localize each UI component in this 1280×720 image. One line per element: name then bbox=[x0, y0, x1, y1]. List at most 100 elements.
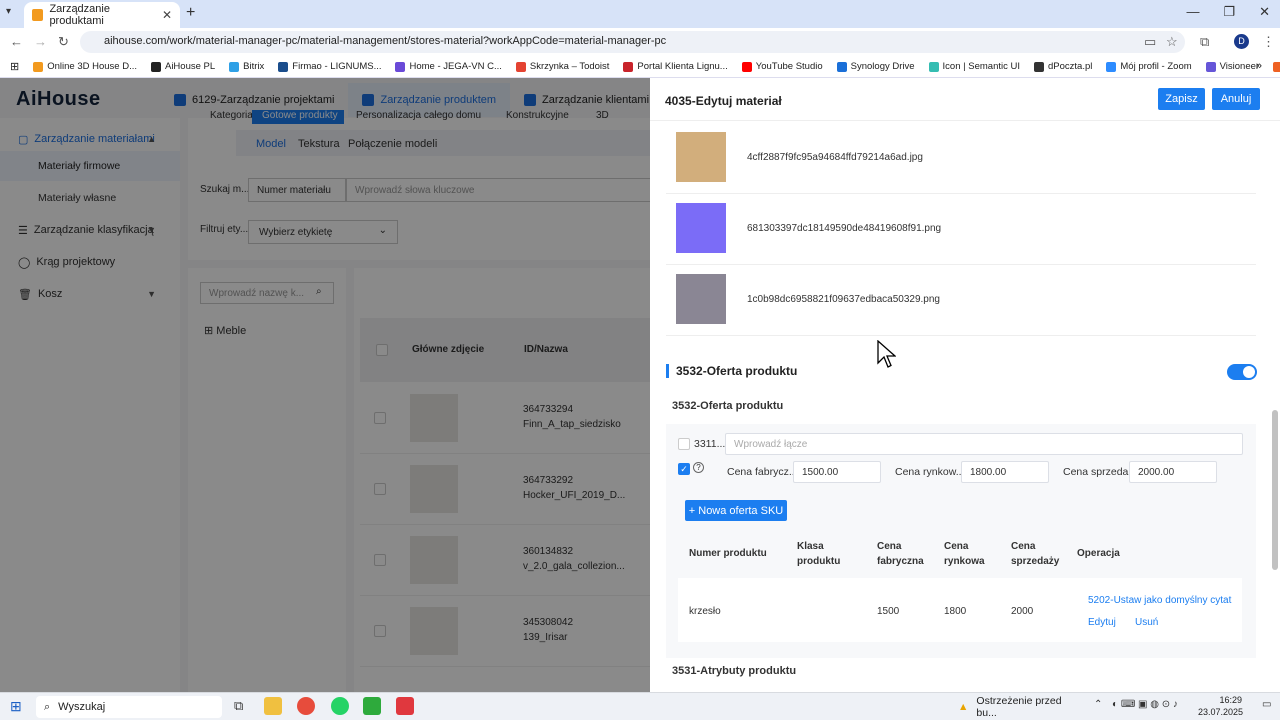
col-sale-price: Cena sprzedaży bbox=[1011, 541, 1060, 567]
new-tab-icon[interactable]: + bbox=[186, 4, 195, 22]
bookmark-item[interactable]: AiHouse PL bbox=[150, 61, 216, 72]
image-filename: 4cff2887f9fc95a94684ffd79214a6ad.jpg bbox=[747, 152, 923, 163]
attributes-section-title: 3531-Atrybuty produktu bbox=[672, 665, 797, 677]
bookmark-label: dPoczta.pl bbox=[1048, 61, 1093, 72]
modal-overlay[interactable] bbox=[0, 78, 650, 692]
bookmark-favicon-icon bbox=[515, 61, 526, 72]
help-icon[interactable]: ? bbox=[693, 462, 704, 473]
tab-search-icon[interactable]: ▾ bbox=[6, 6, 11, 17]
divider bbox=[650, 120, 1280, 121]
taskbar-clock[interactable]: 16:29 23.07.2025 bbox=[1198, 694, 1244, 718]
edit-link[interactable]: Edytuj bbox=[1088, 617, 1116, 628]
price-label: Cena sprzeda... bbox=[1063, 466, 1138, 478]
bookmark-label: Firmao - LIGNUMS... bbox=[292, 61, 382, 72]
bookmark-label: Skrzynka – Todoist bbox=[529, 61, 610, 72]
offer-toggle[interactable] bbox=[1227, 364, 1257, 380]
section-marker bbox=[666, 364, 669, 378]
price-checkbox[interactable]: ✓ bbox=[678, 463, 690, 475]
bookmark-item[interactable]: dPoczta.pl bbox=[1034, 61, 1092, 72]
app-green-icon[interactable] bbox=[363, 697, 381, 715]
drawer-scrollbar[interactable] bbox=[1272, 410, 1278, 570]
app-red-icon[interactable] bbox=[396, 697, 414, 715]
more-bookmarks-icon[interactable]: » bbox=[1256, 60, 1262, 72]
weather-warning[interactable]: ▲ Ostrzeżenie przed bu... bbox=[958, 695, 1082, 719]
tray-icons[interactable]: ◐ ⌨ ▣ ◍ ⊙ ♪ bbox=[1112, 699, 1178, 710]
set-default-link[interactable]: 5202-Ustaw jako domyślny cytat bbox=[1088, 595, 1231, 606]
drawer-title: 4035-Edytuj materiał bbox=[665, 94, 782, 108]
bookmark-favicon-icon bbox=[33, 61, 44, 72]
profile-avatar[interactable]: D bbox=[1234, 34, 1249, 49]
bookmark-item[interactable]: Synology Drive bbox=[836, 61, 915, 72]
browser-tab[interactable]: Zarządzanie produktami ✕ bbox=[24, 2, 180, 28]
delete-link[interactable]: Usuń bbox=[1135, 617, 1158, 628]
col-market-price: Cena rynkowa bbox=[944, 541, 985, 567]
warning-label: Ostrzeżenie przed bu... bbox=[976, 695, 1062, 719]
search-icon: ⌕ bbox=[44, 700, 51, 713]
extensions-icon[interactable]: ⧉ bbox=[1200, 34, 1209, 50]
chrome-icon[interactable] bbox=[297, 697, 315, 715]
bookmark-item[interactable]: Portal Klienta Lignu... bbox=[623, 61, 728, 72]
file-explorer-icon[interactable] bbox=[264, 697, 282, 715]
price-input[interactable]: 1500.00 bbox=[793, 461, 881, 483]
tab-title: Zarządzanie produktami bbox=[49, 3, 110, 27]
minimize-icon[interactable]: — bbox=[1186, 4, 1199, 20]
image-thumbnail[interactable] bbox=[676, 274, 726, 324]
bookmark-label: Bitrix bbox=[243, 61, 265, 72]
bookmark-favicon-icon bbox=[1034, 61, 1044, 72]
tab-close-icon[interactable]: ✕ bbox=[162, 8, 172, 22]
mouse-cursor-icon bbox=[877, 340, 896, 368]
bookmark-item[interactable]: Icon | Semantic UI bbox=[928, 61, 1020, 72]
image-filename: 681303397dc18149590de48419608f91.png bbox=[747, 223, 942, 234]
windows-start-icon[interactable]: ⊞ bbox=[10, 698, 22, 715]
bookmarks-bar: ⊞ Online 3D House D... AiHouse PL Bitrix Fi… bbox=[0, 56, 1280, 78]
bookmark-favicon-icon bbox=[229, 61, 240, 72]
taskbar-search-label: Wyszukaj bbox=[58, 701, 106, 713]
price-label: Cena rynkow... bbox=[895, 466, 965, 478]
bookmark-item[interactable]: Home - JEGA-VN C... bbox=[395, 61, 502, 72]
save-button[interactable]: Zapisz bbox=[1158, 88, 1205, 110]
taskbar-search[interactable]: ⌕ Wyszukaj bbox=[36, 696, 222, 718]
bookmark-favicon-icon bbox=[278, 61, 289, 72]
cast-icon[interactable]: ▭ bbox=[1144, 34, 1156, 50]
bookmark-item[interactable]: Firmao - LIGNUMS... bbox=[278, 61, 381, 72]
bookmark-label: Synology Drive bbox=[850, 61, 915, 72]
bookmark-item[interactable]: Bitrix bbox=[229, 61, 264, 72]
link-checkbox[interactable] bbox=[678, 438, 690, 450]
apps-icon[interactable]: ⊞ bbox=[10, 60, 19, 73]
tray-chevron-icon[interactable]: ⌃ bbox=[1094, 699, 1102, 710]
forward-icon[interactable]: → bbox=[34, 34, 47, 49]
new-sku-offer-button[interactable]: + Nowa oferta SKU bbox=[685, 500, 787, 521]
reload-icon[interactable]: ↻ bbox=[58, 34, 69, 50]
bookmark-item[interactable]: Online 3D House D... bbox=[33, 61, 137, 72]
bookmark-item[interactable]: YouTube Studio bbox=[741, 61, 823, 72]
bookmark-item[interactable]: Mój profil - Zoom bbox=[1106, 61, 1192, 72]
url-field[interactable]: aihouse.com/work/material-manager-pc/mat… bbox=[80, 31, 1185, 53]
task-view-icon[interactable]: ⧉ bbox=[234, 698, 243, 714]
image-thumbnail[interactable] bbox=[676, 132, 726, 182]
offer-subsection-title: 3532-Oferta produktu bbox=[672, 400, 784, 412]
whatsapp-icon[interactable] bbox=[331, 697, 349, 715]
notification-icon[interactable]: ▭ bbox=[1262, 699, 1271, 710]
window-close-icon[interactable]: ✕ bbox=[1259, 4, 1270, 20]
browser-menu-icon[interactable]: ⋮ bbox=[1262, 34, 1275, 50]
bookmark-star-icon[interactable]: ☆ bbox=[1166, 34, 1178, 50]
cancel-button[interactable]: Anuluj bbox=[1212, 88, 1260, 110]
restore-icon[interactable]: ❐ bbox=[1223, 4, 1235, 20]
bookmark-item[interactable]: Bitly | Links bbox=[1273, 61, 1280, 72]
cell-factory: 1500 bbox=[877, 606, 900, 617]
clock-date: 23.07.2025 bbox=[1198, 707, 1244, 717]
back-icon[interactable]: ← bbox=[10, 34, 23, 49]
image-thumbnail[interactable] bbox=[676, 203, 726, 253]
price-input[interactable]: 1800.00 bbox=[961, 461, 1049, 483]
tab-favicon-icon bbox=[32, 9, 44, 21]
bookmark-label: Home - JEGA-VN C... bbox=[409, 61, 502, 72]
bookmark-item[interactable]: Visioneer bbox=[1205, 61, 1260, 72]
bookmark-label: Online 3D House D... bbox=[47, 61, 137, 72]
col-operation: Operacja bbox=[1077, 548, 1120, 559]
bookmark-label: Visioneer bbox=[1219, 61, 1260, 72]
bookmark-item[interactable]: Skrzynka – Todoist bbox=[515, 61, 610, 72]
link-input[interactable]: Wprowadź łącze bbox=[725, 433, 1243, 455]
price-input[interactable]: 2000.00 bbox=[1129, 461, 1217, 483]
bookmark-label: AiHouse PL bbox=[164, 61, 216, 72]
bookmark-label: Portal Klienta Lignu... bbox=[637, 61, 728, 72]
